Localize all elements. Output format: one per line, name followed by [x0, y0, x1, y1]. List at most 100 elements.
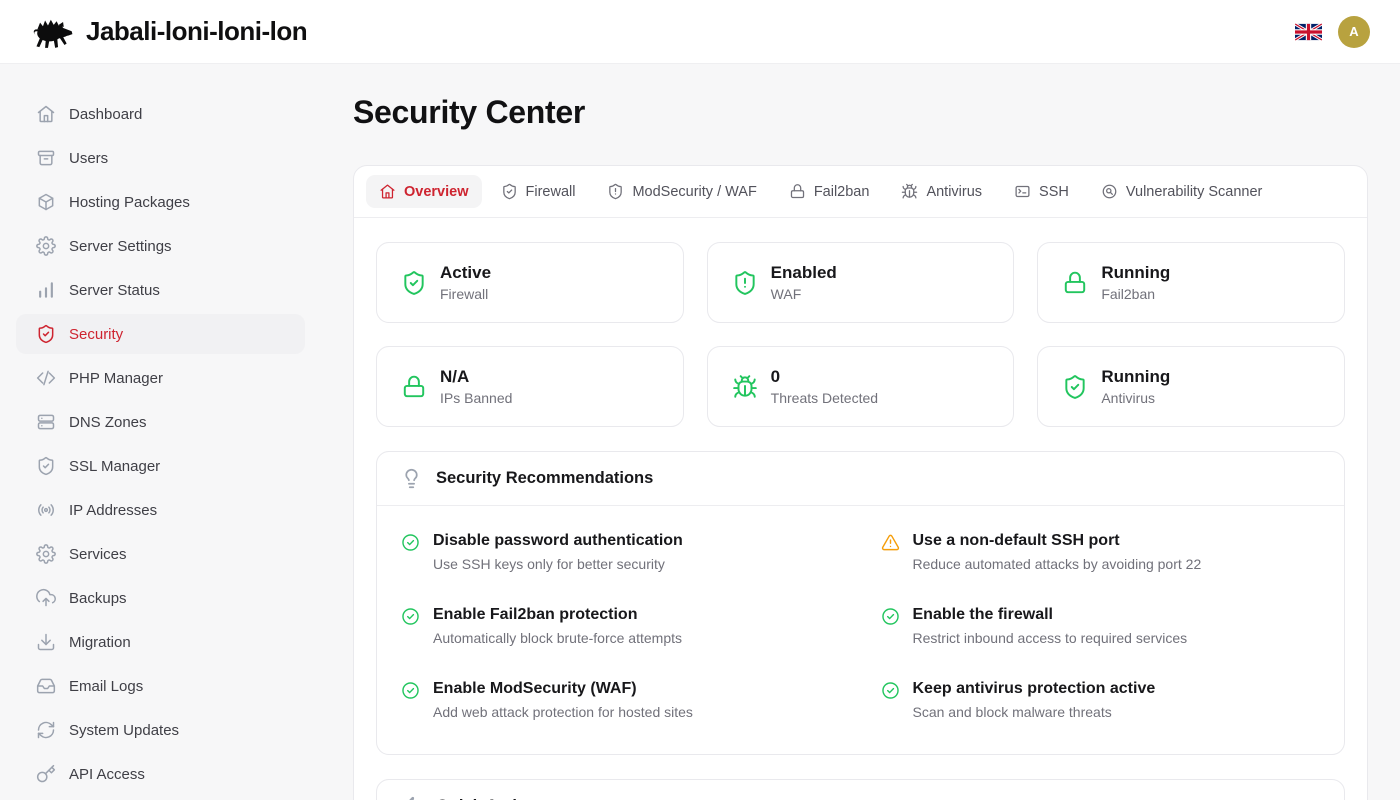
status-card-threats-detected: 0 Threats Detected — [707, 346, 1015, 427]
tab-overview[interactable]: Overview — [366, 175, 482, 208]
sidebar-item-ip-addresses[interactable]: IP Addresses — [16, 490, 305, 530]
bug-icon — [732, 374, 758, 400]
lock-icon — [1062, 270, 1088, 296]
sidebar-item-label: Migration — [69, 634, 131, 651]
security-recommendations-card: Security Recommendations Disable passwor… — [376, 451, 1345, 755]
tab-ssh[interactable]: SSH — [1001, 175, 1082, 208]
bug-icon — [901, 183, 918, 200]
sidebar-item-hosting-packages[interactable]: Hosting Packages — [16, 182, 305, 222]
zap-icon — [401, 796, 422, 800]
home-icon — [379, 183, 396, 200]
alert-triangle-icon — [881, 533, 900, 552]
sidebar-item-email-logs[interactable]: Email Logs — [16, 666, 305, 706]
tab-vulnerability-scanner[interactable]: Vulnerability Scanner — [1088, 175, 1275, 208]
sidebar-item-label: DNS Zones — [69, 414, 147, 431]
lock-icon — [401, 374, 427, 400]
recommendation-description: Restrict inbound access to required serv… — [913, 630, 1188, 646]
recommendation-description: Use SSH keys only for better security — [433, 556, 683, 572]
status-value: Active — [440, 263, 491, 283]
sidebar-item-label: Server Status — [69, 282, 160, 299]
tab-firewall[interactable]: Firewall — [488, 175, 589, 208]
status-value: 0 — [771, 367, 878, 387]
sidebar: DashboardUsers Hosting Packages Server Set… — [0, 64, 321, 799]
status-card-antivirus: RunningAntivirus — [1037, 346, 1345, 427]
sidebar-item-label: Hosting Packages — [69, 194, 190, 211]
lightbulb-icon — [401, 468, 422, 489]
sidebar-item-label: Security — [69, 326, 123, 343]
recommendation-title: Enable the firewall — [913, 606, 1188, 624]
sidebar-item-label: System Updates — [69, 722, 179, 739]
download-icon — [36, 632, 56, 652]
sidebar-item-label: Services — [69, 546, 127, 563]
check-circle-icon — [401, 607, 420, 626]
radio-icon — [36, 500, 56, 520]
shield-check-icon — [1062, 374, 1088, 400]
status-card-firewall: ActiveFirewall — [376, 242, 684, 323]
top-bar: Jabali-loni-loni-lon A — [0, 0, 1400, 64]
shield-check-icon — [401, 270, 427, 296]
sidebar-item-users[interactable]: Users — [16, 138, 305, 178]
check-circle-icon — [401, 533, 420, 552]
tab-label: Antivirus — [926, 184, 982, 200]
avatar[interactable]: A — [1338, 16, 1370, 48]
sidebar-item-label: Email Logs — [69, 678, 143, 695]
recommendation-title: Disable password authentication — [433, 532, 683, 550]
tab-fail2ban[interactable]: Fail2ban — [776, 175, 883, 208]
sidebar-item-api-access[interactable]: API Access — [16, 754, 305, 794]
scan-search-icon — [1101, 183, 1118, 200]
recommendation-disable-password-authentication: Disable password authentication Use SSH k… — [401, 532, 841, 572]
lock-icon — [789, 183, 806, 200]
status-card-grid: ActiveFirewall Enabled WAF RunningFail2ban N… — [376, 242, 1345, 427]
security-panel: Overview Firewall ModSecurity / WAF Fail2ba… — [353, 165, 1368, 800]
tab-label: Fail2ban — [814, 184, 870, 200]
status-label: WAF — [771, 286, 837, 302]
code-icon — [36, 368, 56, 388]
terminal-icon — [1014, 183, 1031, 200]
sidebar-item-label: Backups — [69, 590, 127, 607]
shield-check-icon — [501, 183, 518, 200]
recommendation-description: Add web attack protection for hosted sit… — [433, 704, 693, 720]
status-label: Threats Detected — [771, 390, 878, 406]
status-value: Enabled — [771, 263, 837, 283]
status-card-fail2ban: RunningFail2ban — [1037, 242, 1345, 323]
status-value: Running — [1101, 263, 1170, 283]
sidebar-item-php-manager[interactable]: PHP Manager — [16, 358, 305, 398]
tab-label: Vulnerability Scanner — [1126, 184, 1262, 200]
tab-label: ModSecurity / WAF — [632, 184, 756, 200]
sidebar-item-label: SSL Manager — [69, 458, 160, 475]
package-icon — [36, 192, 56, 212]
sidebar-item-dns-zones[interactable]: DNS Zones — [16, 402, 305, 442]
sidebar-item-system-updates[interactable]: System Updates — [16, 710, 305, 750]
status-card-ips-banned: N/AIPs Banned — [376, 346, 684, 427]
tab-label: Firewall — [526, 184, 576, 200]
bar-chart-icon — [36, 280, 56, 300]
gear-icon — [36, 236, 56, 256]
status-label: IPs Banned — [440, 390, 512, 406]
uk-flag-icon[interactable] — [1295, 23, 1322, 41]
refresh-icon — [36, 720, 56, 740]
recommendation-enable-modsecurity-waf: Enable ModSecurity (WAF)Add web attack p… — [401, 680, 841, 720]
sidebar-item-ssl-manager[interactable]: SSL Manager — [16, 446, 305, 486]
sidebar-item-services[interactable]: Services — [16, 534, 305, 574]
status-value: Running — [1101, 367, 1170, 387]
sidebar-item-dashboard[interactable]: Dashboard — [16, 94, 305, 134]
tab-bar: Overview Firewall ModSecurity / WAF Fail2ba… — [354, 166, 1367, 218]
recommendation-keep-antivirus-protection-active: Keep antivirus protection activeScan and… — [881, 680, 1321, 720]
sidebar-item-migration[interactable]: Migration — [16, 622, 305, 662]
server-icon — [36, 412, 56, 432]
sidebar-item-label: Server Settings — [69, 238, 172, 255]
sidebar-item-backups[interactable]: Backups — [16, 578, 305, 618]
recommendation-description: Scan and block malware threats — [913, 704, 1156, 720]
sidebar-item-server-settings[interactable]: Server Settings — [16, 226, 305, 266]
tab-antivirus[interactable]: Antivirus — [888, 175, 995, 208]
recommendation-title: Enable Fail2ban protection — [433, 606, 682, 624]
recommendation-description: Automatically block brute-force attempts — [433, 630, 682, 646]
archive-icon — [36, 148, 56, 168]
sidebar-nav: DashboardUsers Hosting Packages Server Set… — [16, 94, 305, 794]
sidebar-item-server-status[interactable]: Server Status — [16, 270, 305, 310]
tab-label: Overview — [404, 184, 469, 200]
tab-modsecurity-waf[interactable]: ModSecurity / WAF — [594, 175, 769, 208]
brand[interactable]: Jabali-loni-loni-lon — [30, 14, 307, 50]
sidebar-item-security[interactable]: Security — [16, 314, 305, 354]
check-circle-icon — [401, 681, 420, 700]
